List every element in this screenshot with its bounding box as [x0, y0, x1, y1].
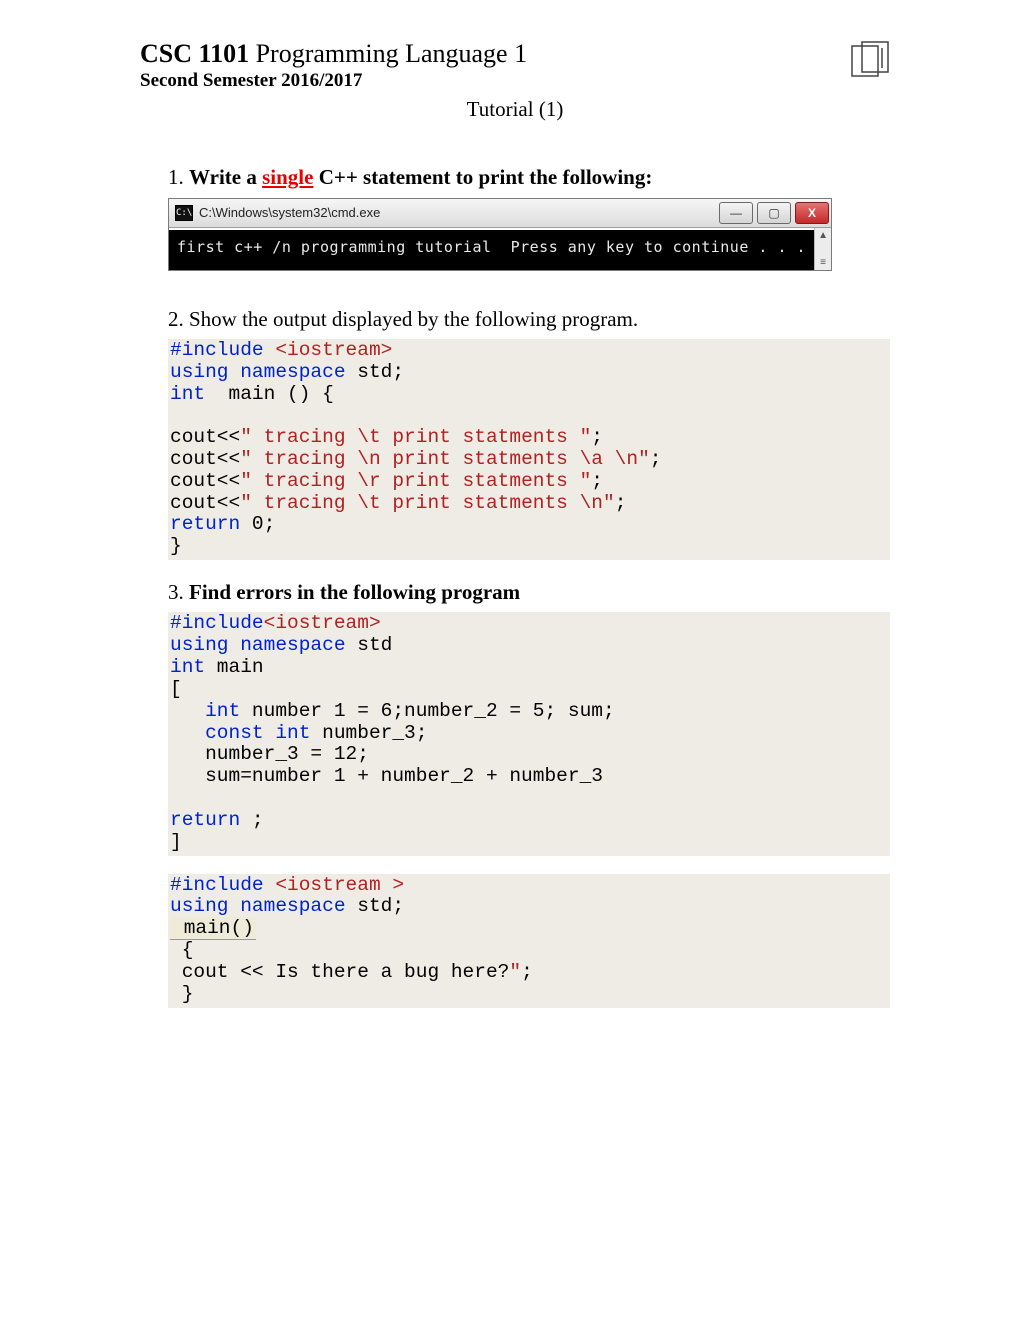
code-token: #include — [170, 874, 275, 896]
q1-number: 1. — [168, 165, 184, 189]
code-token: number_3; — [310, 722, 427, 744]
q3-code-b: #include <iostream > using namespace std… — [168, 874, 890, 1008]
code-token: ; — [650, 448, 662, 470]
q3-code-a: #include<iostream> using namespace std i… — [168, 612, 890, 855]
q1-text-post: C++ statement to print the following: — [313, 165, 652, 189]
cmd-output: first c++ /n programming tutorial Press … — [169, 228, 814, 270]
q2-number: 2. — [168, 307, 184, 331]
code-token: namespace — [229, 361, 346, 383]
q3-text: Find errors in the following program — [189, 580, 520, 604]
code-token: <iostream> — [264, 612, 381, 634]
close-button[interactable]: X — [795, 202, 829, 224]
cmd-titlebar: C:\ C:\Windows\system32\cmd.exe — ▢ X — [169, 199, 831, 228]
code-token: const — [170, 722, 264, 744]
course-title: Programming Language 1 — [249, 39, 527, 68]
code-token: } — [170, 535, 182, 557]
code-token: { — [170, 939, 193, 961]
q2-code: #include <iostream> using namespace std;… — [168, 339, 890, 560]
page-title: CSC 1101 Programming Language 1 — [140, 38, 890, 69]
tutorial-line: Tutorial (1) — [140, 96, 890, 123]
code-token: " tracing \t print statments \n" — [240, 492, 614, 514]
cmd-title: C:\Windows\system32\cmd.exe — [199, 205, 380, 220]
code-token: std; — [346, 361, 405, 383]
code-token: sum=number 1 + number_2 + number_3 — [170, 765, 603, 787]
code-token: main — [205, 656, 264, 678]
code-token: cout << Is there a bug here? — [170, 961, 509, 983]
code-token: cout<< — [170, 426, 240, 448]
cmd-icon: C:\ — [175, 205, 193, 221]
code-token: ] — [170, 831, 182, 853]
code-token: return — [170, 513, 240, 535]
code-token: " tracing \r print statments " — [240, 470, 591, 492]
cmd-scrollbar[interactable]: ▲ ≡ — [814, 228, 831, 270]
code-token: return — [170, 809, 240, 831]
code-token: ; — [240, 809, 263, 831]
code-token: std; — [346, 895, 405, 917]
semester-line: Second Semester 2016/2017 — [140, 69, 890, 94]
code-token: <iostream > — [275, 874, 404, 896]
code-token: cout<< — [170, 470, 240, 492]
code-token: number 1 = 6;number_2 = 5; sum; — [240, 700, 614, 722]
code-token: std — [346, 634, 393, 656]
q2-text: Show the output displayed by the followi… — [189, 307, 638, 331]
code-token: namespace — [229, 634, 346, 656]
code-token: #include — [170, 339, 275, 361]
code-token: 0; — [240, 513, 275, 535]
code-token: int — [170, 383, 205, 405]
code-token: ; — [591, 470, 603, 492]
code-token: } — [170, 983, 193, 1005]
code-token: int — [170, 656, 205, 678]
code-token: #include — [170, 612, 264, 634]
code-token: using — [170, 634, 229, 656]
code-token: <iostream> — [275, 339, 392, 361]
code-token: ; — [591, 426, 603, 448]
code-token: ; — [521, 961, 533, 983]
code-token: " tracing \t print statments " — [240, 426, 591, 448]
code-token: namespace — [229, 895, 346, 917]
maximize-button[interactable]: ▢ — [757, 202, 791, 224]
code-token: number_3 = 12; — [170, 743, 369, 765]
scroll-grip-icon[interactable]: ≡ — [820, 257, 826, 268]
q3-number: 3. — [168, 580, 184, 604]
institution-logo-icon — [848, 40, 890, 82]
code-token: using — [170, 895, 229, 917]
question-1: 1. Write a single C++ statement to print… — [168, 163, 890, 191]
code-token: ; — [615, 492, 627, 514]
course-code: CSC 1101 — [140, 39, 249, 68]
question-3: 3. Find errors in the following program — [168, 578, 890, 606]
code-token: cout<< — [170, 448, 240, 470]
q1-single-word: single — [262, 165, 313, 189]
code-token: " — [509, 961, 521, 983]
q1-text-pre: Write a — [189, 165, 262, 189]
code-token: main () { — [205, 383, 334, 405]
scroll-up-icon[interactable]: ▲ — [818, 230, 828, 241]
code-token: int — [264, 722, 311, 744]
minimize-button[interactable]: — — [719, 202, 753, 224]
cmd-window: C:\ C:\Windows\system32\cmd.exe — ▢ X fi… — [168, 198, 832, 271]
code-token: [ — [170, 678, 182, 700]
code-token: cout<< — [170, 492, 240, 514]
code-token: main() — [170, 917, 256, 940]
code-token: int — [170, 700, 240, 722]
code-token: using — [170, 361, 229, 383]
code-token: " tracing \n print statments \a \n" — [240, 448, 650, 470]
question-2: 2. Show the output displayed by the foll… — [168, 305, 890, 333]
